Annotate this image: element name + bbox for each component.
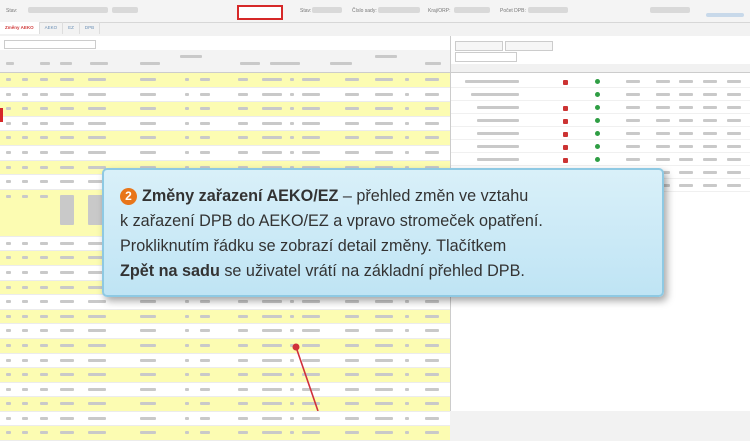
- table-cell: [200, 431, 210, 435]
- table-cell: [290, 416, 294, 420]
- table-cell: [425, 431, 439, 435]
- table-cell: [6, 416, 11, 420]
- table-cell: [40, 416, 48, 420]
- table-cell: [425, 416, 439, 420]
- table-cell: [375, 431, 393, 435]
- table-cell: [22, 416, 28, 420]
- table-cell: [262, 416, 282, 420]
- table-cell: [405, 431, 409, 435]
- table-cell: [405, 416, 409, 420]
- table-cell: [88, 431, 106, 435]
- table-cell: [22, 431, 28, 435]
- pointer-arrow: [292, 343, 319, 411]
- table-cell: [40, 431, 48, 435]
- table-cell: [60, 416, 74, 420]
- table-cell: [140, 416, 156, 420]
- table-cell: [140, 431, 156, 435]
- table-cell: [302, 431, 320, 435]
- table-cell: [345, 416, 359, 420]
- table-cell: [345, 431, 359, 435]
- table-cell: [200, 416, 210, 420]
- table-cell: [88, 416, 106, 420]
- table-cell: [238, 431, 248, 435]
- table-cell: [185, 416, 189, 420]
- table-row[interactable]: [0, 426, 450, 441]
- table-cell: [60, 431, 74, 435]
- table-row[interactable]: [0, 411, 450, 427]
- table-cell: [302, 416, 320, 420]
- table-cell: [375, 416, 393, 420]
- table-cell: [238, 416, 248, 420]
- table-cell: [262, 431, 282, 435]
- table-cell: [6, 431, 11, 435]
- side-marker: [0, 108, 3, 122]
- table-cell: [290, 431, 294, 435]
- table-cell: [185, 431, 189, 435]
